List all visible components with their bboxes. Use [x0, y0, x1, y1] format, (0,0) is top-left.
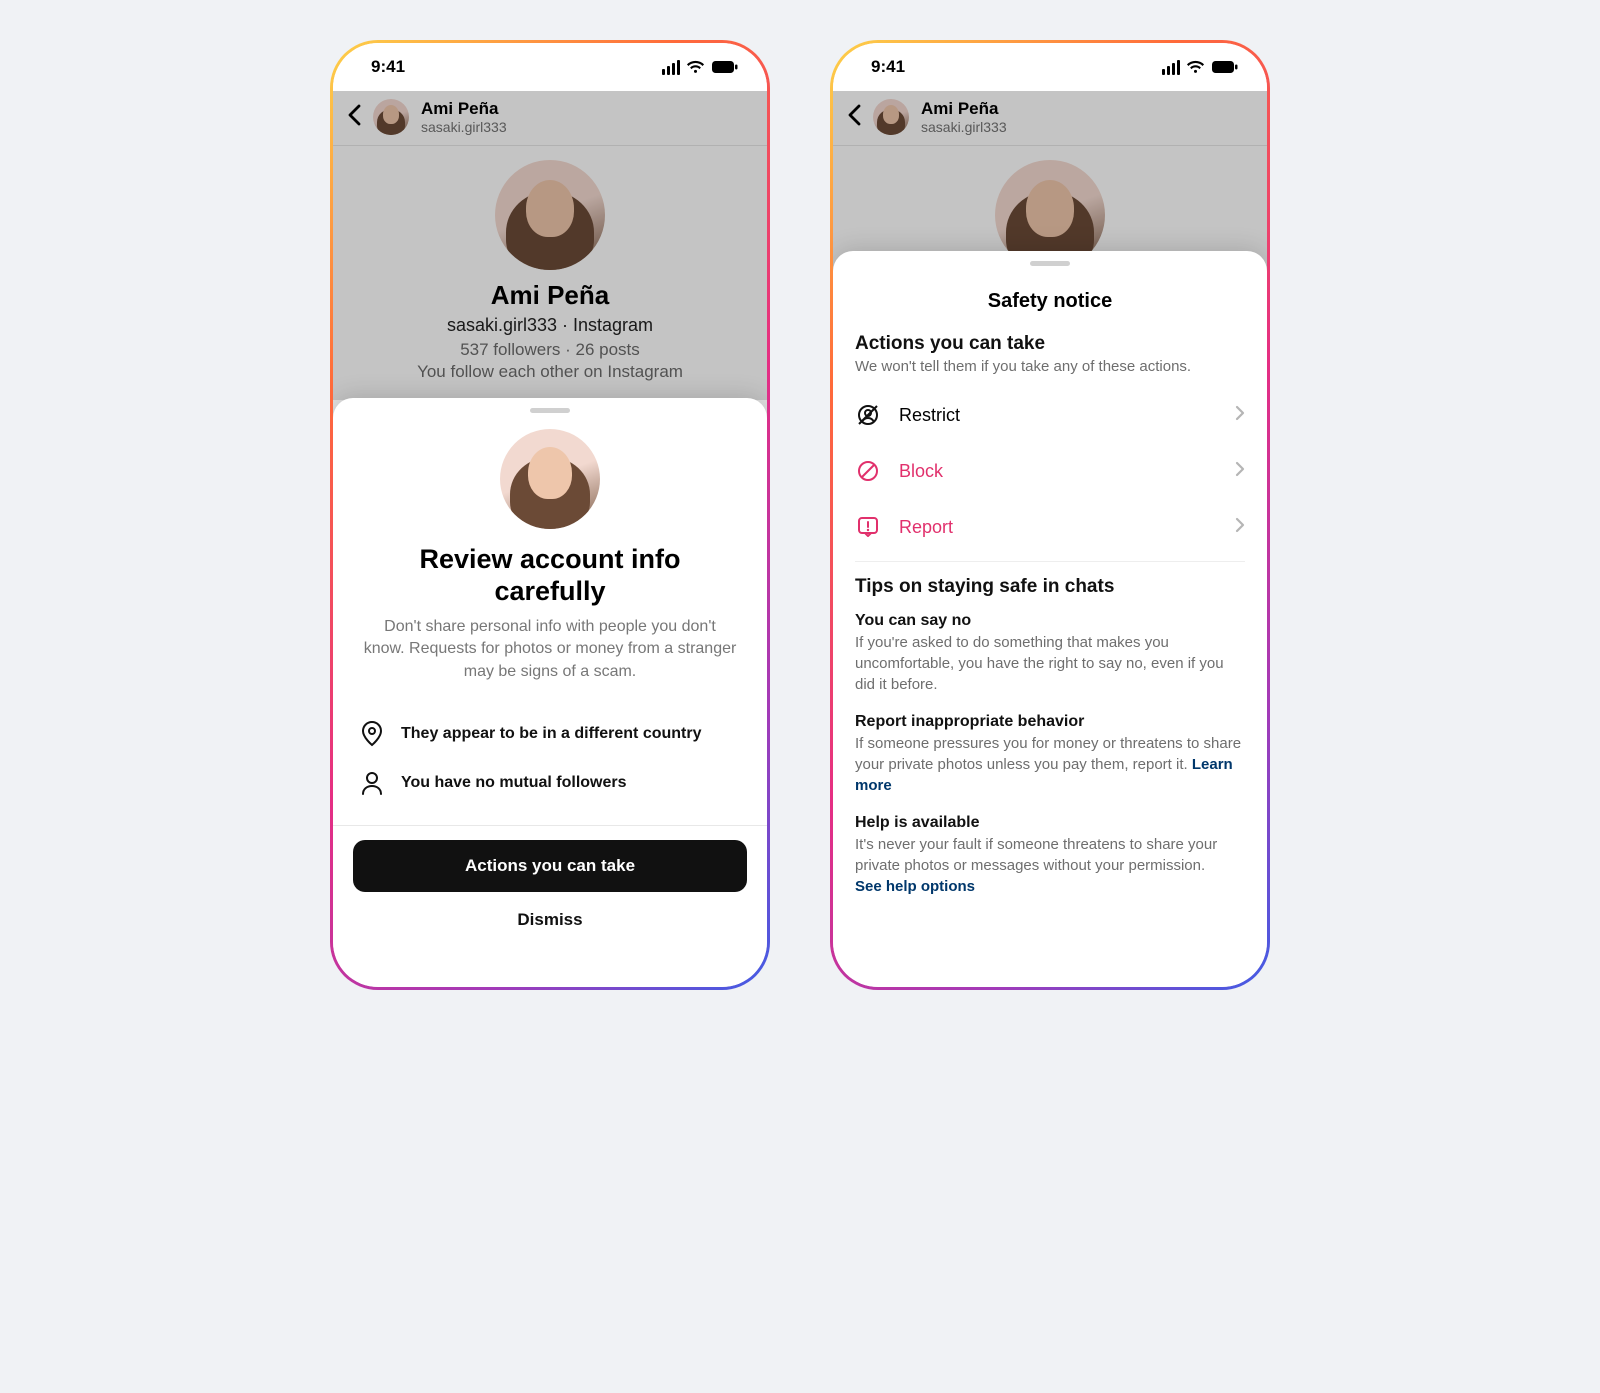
- phone-screen: 9:41 Ami Peña sasaki.girl333: [833, 43, 1267, 987]
- back-icon[interactable]: [347, 103, 361, 131]
- block-label: Block: [899, 461, 1217, 482]
- chat-header: Ami Peña sasaki.girl333: [833, 91, 1267, 146]
- status-time: 9:41: [871, 57, 905, 77]
- header-display-name: Ami Peña: [921, 99, 1007, 119]
- restrict-label: Restrict: [899, 405, 1217, 426]
- block-row[interactable]: Block: [855, 443, 1245, 499]
- restrict-row[interactable]: Restrict: [855, 387, 1245, 443]
- tip-title: You can say no: [855, 612, 1245, 630]
- profile-display-name: Ami Peña: [351, 280, 749, 311]
- profile-username-line: sasaki.girl333 · Instagram: [351, 315, 749, 336]
- chevron-right-icon: [1235, 404, 1245, 427]
- wifi-icon: [1186, 60, 1205, 74]
- sheet-avatar: [500, 429, 600, 529]
- safety-title: Safety notice: [833, 282, 1267, 333]
- battery-icon: [711, 60, 739, 74]
- tip-body: If you're asked to do something that mak…: [855, 632, 1245, 695]
- actions-subtext: We won't tell them if you take any of th…: [855, 357, 1245, 377]
- fact-row-location: They appear to be in a different country: [359, 709, 741, 759]
- tip-say-no: You can say no If you're asked to do som…: [855, 612, 1245, 695]
- see-help-link[interactable]: See help options: [855, 878, 975, 895]
- report-row[interactable]: Report: [855, 499, 1245, 555]
- profile-follow-line: You follow each other on Instagram: [351, 362, 749, 382]
- dismiss-button[interactable]: Dismiss: [353, 892, 747, 936]
- review-title: Review account info carefully: [333, 529, 767, 616]
- header-display-name: Ami Peña: [421, 99, 507, 119]
- status-right: [662, 60, 739, 75]
- cellular-icon: [662, 60, 680, 75]
- avatar-large[interactable]: [495, 160, 605, 270]
- report-icon: [855, 515, 881, 539]
- review-sheet: Review account info carefully Don't shar…: [333, 398, 767, 987]
- actions-header: Actions you can take: [855, 333, 1245, 355]
- tip-help: Help is available It's never your fault …: [855, 814, 1245, 897]
- fact-text: They appear to be in a different country: [401, 725, 702, 743]
- header-username: sasaki.girl333: [421, 119, 507, 135]
- status-bar: 9:41: [333, 43, 767, 91]
- phone-left: 9:41 Ami Peña sasaki.girl333: [330, 40, 770, 990]
- safety-sheet: Safety notice Actions you can take We wo…: [833, 251, 1267, 987]
- tip-title: Report inappropriate behavior: [855, 713, 1245, 731]
- wifi-icon: [686, 60, 705, 74]
- header-username: sasaki.girl333: [921, 119, 1007, 135]
- back-icon[interactable]: [847, 103, 861, 131]
- profile-stats-line: 537 followers · 26 posts: [351, 340, 749, 360]
- location-pin-icon: [359, 721, 385, 747]
- cellular-icon: [1162, 60, 1180, 75]
- phone-screen: 9:41 Ami Peña sasaki.girl333: [333, 43, 767, 987]
- restrict-icon: [855, 403, 881, 427]
- chat-header: Ami Peña sasaki.girl333: [333, 91, 767, 146]
- header-text[interactable]: Ami Peña sasaki.girl333: [921, 99, 1007, 135]
- tip-title: Help is available: [855, 814, 1245, 832]
- report-label: Report: [899, 517, 1217, 538]
- sheet-footer: Actions you can take Dismiss: [333, 825, 767, 936]
- fact-row-mutuals: You have no mutual followers: [359, 759, 741, 807]
- avatar[interactable]: [373, 99, 409, 135]
- sheet-grabber[interactable]: [530, 408, 570, 413]
- actions-button[interactable]: Actions you can take: [353, 840, 747, 892]
- tips-header: Tips on staying safe in chats: [855, 576, 1245, 598]
- review-facts: They appear to be in a different country…: [333, 683, 767, 825]
- divider: [855, 561, 1245, 562]
- fact-text: You have no mutual followers: [401, 774, 627, 792]
- phone-right: 9:41 Ami Peña sasaki.girl333: [830, 40, 1270, 990]
- chevron-right-icon: [1235, 460, 1245, 483]
- block-icon: [855, 459, 881, 483]
- person-icon: [359, 771, 385, 795]
- tip-body: It's never your fault if someone threate…: [855, 834, 1245, 897]
- status-right: [1162, 60, 1239, 75]
- status-time: 9:41: [371, 57, 405, 77]
- battery-icon: [1211, 60, 1239, 74]
- profile-block: Ami Peña sasaki.girl333 · Instagram 537 …: [333, 146, 767, 400]
- status-bar: 9:41: [833, 43, 1267, 91]
- actions-section: Actions you can take We won't tell them …: [833, 333, 1267, 897]
- avatar[interactable]: [873, 99, 909, 135]
- tip-body: If someone pressures you for money or th…: [855, 733, 1245, 796]
- chevron-right-icon: [1235, 516, 1245, 539]
- review-description: Don't share personal info with people yo…: [333, 616, 767, 683]
- header-text[interactable]: Ami Peña sasaki.girl333: [421, 99, 507, 135]
- sheet-grabber[interactable]: [1030, 261, 1070, 266]
- tip-report: Report inappropriate behavior If someone…: [855, 713, 1245, 796]
